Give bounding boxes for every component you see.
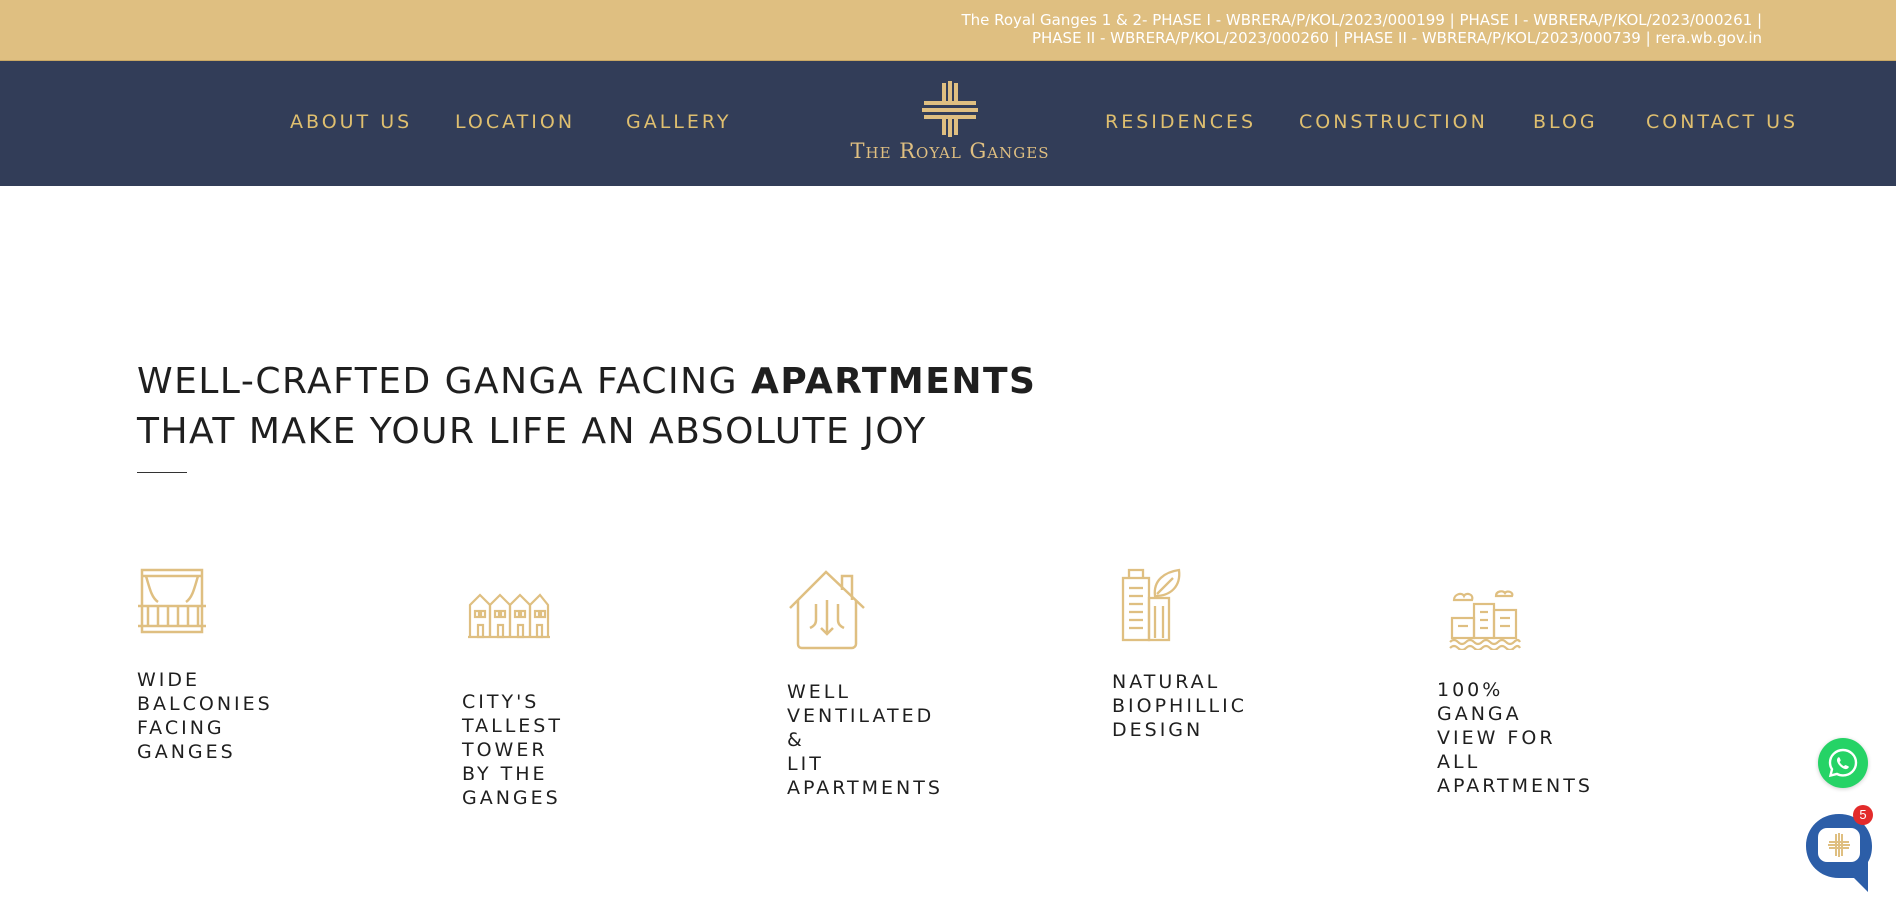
site-logo[interactable]: The Royal Ganges (840, 81, 1060, 171)
headline-line2: THAT MAKE YOUR LIFE AN ABSOLUTE JOY (137, 411, 927, 452)
feature-label-tallest-tower: CITY'S TALLEST TOWER BY THE GANGES (462, 691, 563, 809)
river-view-icon (1449, 590, 1521, 650)
biophilic-building-icon (1121, 568, 1181, 642)
rera-line-1: The Royal Ganges 1 & 2- PHASE I - WBRERA… (961, 11, 1762, 29)
rera-line-2[interactable]: PHASE II - WBRERA/P/KOL/2023/000260 | PH… (782, 29, 1762, 47)
rera-info-bar: The Royal Ganges 1 & 2- PHASE I - WBRERA… (0, 0, 1896, 61)
nav-about-us[interactable]: ABOUT US (290, 111, 412, 133)
section-headline: WELL-CRAFTED GANGA FACING APARTMENTS THA… (137, 357, 1036, 457)
feature-label-balconies: WIDE BALCONIES FACING GANGES (137, 669, 273, 763)
headline-line1-bold: APARTMENTS (750, 361, 1037, 402)
chat-notification-badge: 5 (1853, 805, 1873, 825)
ventilated-house-icon (789, 570, 865, 650)
headline-divider (137, 472, 187, 473)
buildings-icon (468, 593, 550, 639)
whatsapp-button[interactable] (1818, 738, 1868, 788)
headline-line1-regular: WELL-CRAFTED GANGA FACING (137, 361, 751, 402)
nav-blog[interactable]: BLOG (1533, 111, 1598, 133)
whatsapp-icon (1828, 748, 1858, 778)
nav-gallery[interactable]: GALLERY (626, 111, 732, 133)
main-navigation: ABOUT US LOCATION GALLERY The Royal Gang… (0, 61, 1896, 186)
feature-label-ventilated: WELL VENTILATED & LIT APARTMENTS (787, 681, 943, 799)
feature-label-ganga-view: 100% GANGA VIEW FOR ALL APARTMENTS (1437, 679, 1593, 797)
nav-contact-us[interactable]: CONTACT US (1646, 111, 1798, 133)
rera-text: The Royal Ganges 1 & 2- PHASE I - WBRERA… (782, 11, 1762, 47)
logo-mark-icon (922, 81, 978, 137)
logo-text: The Royal Ganges (850, 139, 1050, 163)
balcony-icon (138, 568, 206, 634)
nav-construction[interactable]: CONSTRUCTION (1299, 111, 1488, 133)
feature-label-biophilic: NATURAL BIOPHILLIC DESIGN (1112, 671, 1247, 741)
nav-residences[interactable]: RESIDENCES (1105, 111, 1256, 133)
nav-location[interactable]: LOCATION (455, 111, 575, 133)
